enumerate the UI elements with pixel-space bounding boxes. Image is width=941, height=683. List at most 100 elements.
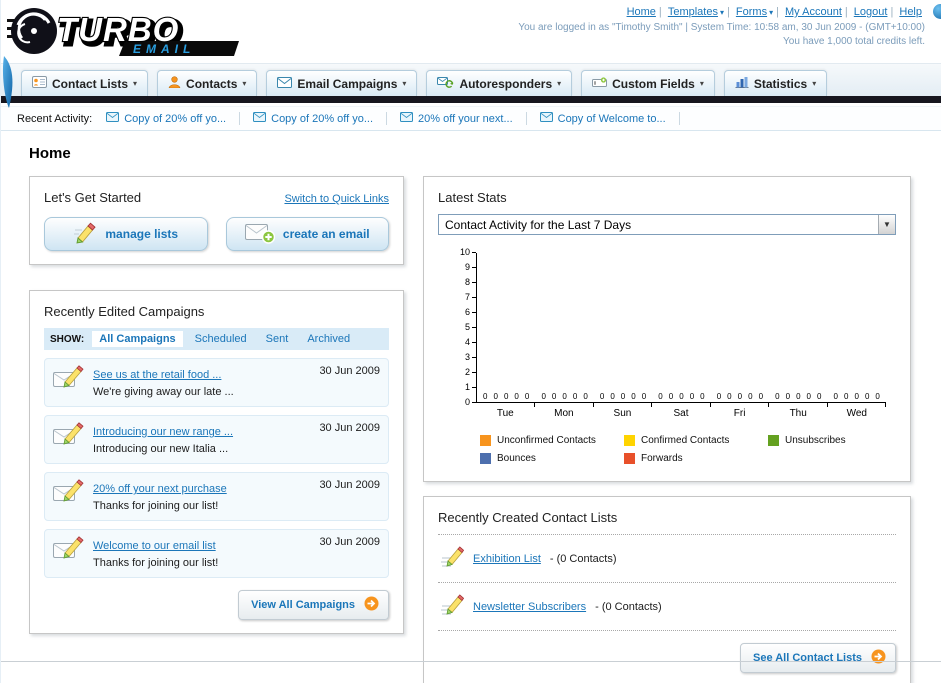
campaign-subtitle: Thanks for joining our list! — [93, 557, 219, 569]
tab-email-campaigns[interactable]: Email Campaigns ▾ — [266, 70, 418, 96]
y-tick-label: 0 — [465, 398, 476, 407]
bar-value-label: 0 — [524, 392, 530, 401]
bar-value-label: 0 — [716, 392, 722, 401]
create-email-button[interactable]: create an email — [225, 217, 389, 251]
divider — [438, 582, 896, 583]
page-bottom-rule — [1, 661, 941, 662]
y-tick-label: 4 — [465, 338, 476, 347]
panel-title: Latest Stats — [438, 190, 507, 205]
switch-quick-links-link[interactable]: Switch to Quick Links — [284, 193, 389, 205]
pencil-icon — [73, 222, 97, 247]
filter-all-campaigns[interactable]: All Campaigns — [92, 331, 183, 347]
main-nav-tabs: Contact Lists ▾ Contacts ▾ Email Campaig… — [1, 63, 941, 96]
stats-period-select[interactable]: Contact Activity for the Last 7 Days ▼ — [438, 214, 896, 235]
recent-activity-text: 20% off your next... — [418, 112, 513, 125]
chart-category-group: 00000 — [652, 253, 712, 407]
see-all-contact-lists-button[interactable]: See All Contact Lists — [739, 643, 896, 673]
campaign-row: 20% off your next purchase Thanks for jo… — [44, 472, 389, 521]
campaign-title-link[interactable]: Introducing our new range ... — [93, 426, 233, 438]
legend-swatch-icon — [624, 435, 635, 446]
tab-autoresponders[interactable]: Autoresponders ▾ — [426, 70, 573, 96]
recent-activity-item[interactable]: Copy of 20% off yo... — [106, 112, 241, 125]
panel-title: Let's Get Started — [44, 190, 142, 205]
recent-activity-item[interactable]: Copy of Welcome to... — [539, 112, 680, 125]
view-all-campaigns-button[interactable]: View All Campaigns — [238, 590, 389, 620]
contact-list-meta: - (0 Contacts) — [595, 600, 662, 613]
recent-activity-item[interactable]: 20% off your next... — [400, 112, 527, 125]
legend-label: Unsubscribes — [785, 435, 846, 446]
chart-category-group: 00000 — [477, 253, 536, 407]
panel-title: Recently Created Contact Lists — [438, 510, 618, 525]
tab-label: Statistics — [753, 76, 808, 91]
bar-value-label: 0 — [679, 392, 684, 401]
bar-value-label: 0 — [620, 392, 626, 401]
bar-value-label: 0 — [483, 392, 488, 401]
tab-custom-fields[interactable]: Custom Fields ▾ — [581, 70, 715, 96]
legend-swatch-icon — [480, 435, 491, 446]
y-tick-label: 7 — [465, 293, 476, 302]
campaign-date: 30 Jun 2009 — [319, 365, 380, 377]
y-tick-label: 2 — [465, 368, 476, 377]
top-link-home[interactable]: Home — [627, 6, 656, 18]
x-tick-label: Sat — [673, 408, 689, 419]
top-link-help[interactable]: Help — [899, 6, 922, 18]
campaign-title-link[interactable]: Welcome to our email list — [93, 540, 216, 552]
legend-item: Forwards — [624, 453, 768, 464]
y-tick-label: 1 — [465, 383, 476, 392]
tab-contact-lists[interactable]: Contact Lists ▾ — [21, 70, 149, 96]
top-link-templates[interactable]: Templates ▾ — [668, 6, 724, 18]
manage-lists-button[interactable]: manage lists — [44, 217, 208, 251]
envelope-plus-icon — [244, 222, 276, 247]
y-tick-label: 9 — [465, 263, 476, 272]
top-link-label: Templates — [667, 6, 718, 18]
bar-value-label: 0 — [541, 392, 546, 401]
bar-value-label: 0 — [758, 392, 764, 401]
recent-activity-bar: Recent Activity: Copy of 20% off yo... C… — [1, 106, 941, 131]
top-link-my-account[interactable]: My Account — [785, 6, 842, 18]
contact-list-link[interactable]: Newsletter Subscribers — [473, 601, 586, 613]
bar-value-label: 0 — [610, 392, 615, 401]
filter-sent[interactable]: Sent — [259, 331, 296, 347]
statistics-icon — [735, 76, 749, 91]
tab-statistics[interactable]: Statistics ▾ — [723, 70, 828, 96]
decor-dot — [933, 4, 941, 19]
header: TURBO EMAIL TURBO Home | Templates ▾ | Form… — [1, 0, 941, 63]
chart-y-axis: 10 9 8 7 6 5 4 3 2 1 0 — [452, 248, 476, 407]
latest-stats-panel: Latest Stats Contact Activity for the La… — [423, 176, 911, 482]
tab-contacts[interactable]: Contacts ▾ — [157, 70, 258, 96]
chart-plot: 00000000000000000000000000000000000 — [476, 253, 887, 407]
bar-value-label: 0 — [689, 392, 695, 401]
tab-label: Contacts — [186, 76, 238, 91]
top-link-logout[interactable]: Logout — [854, 6, 888, 18]
campaign-title-link[interactable]: 20% off your next purchase — [93, 483, 227, 495]
campaign-row: Welcome to our email list Thanks for joi… — [44, 529, 389, 578]
campaign-date: 30 Jun 2009 — [319, 422, 380, 434]
login-info: You are logged in as "Timothy Smith" | S… — [518, 22, 925, 33]
bar-value-label: 0 — [503, 392, 509, 401]
caret-down-icon: ▾ — [699, 79, 704, 88]
campaign-title-link[interactable]: See us at the retail food ... — [93, 369, 221, 381]
filter-scheduled[interactable]: Scheduled — [188, 331, 254, 347]
filter-archived[interactable]: Archived — [300, 331, 357, 347]
caret-down-icon: ▾ — [402, 79, 407, 88]
caret-down-icon: ▾ — [557, 79, 562, 88]
envelope-pencil-icon — [53, 365, 85, 396]
legend-swatch-icon — [624, 453, 635, 464]
bar-value-label: 0 — [700, 392, 705, 401]
chart-category-group: 00000 — [769, 253, 828, 407]
recent-campaigns-panel: Recently Edited Campaigns SHOW: All Camp… — [29, 290, 404, 634]
contact-list-link[interactable]: Exhibition List — [473, 553, 541, 565]
legend-swatch-icon — [768, 435, 779, 446]
pencil-list-icon — [440, 594, 465, 619]
recent-activity-item[interactable]: Copy of 20% off yo... — [253, 112, 388, 125]
bar-value-label: 0 — [817, 392, 822, 401]
chart-category-group: 00000 — [594, 253, 653, 407]
logo-swirl-icon — [11, 8, 57, 54]
bar-value-label: 0 — [833, 392, 838, 401]
decor-teardrop — [1, 56, 17, 115]
top-link-forms[interactable]: Forms ▾ — [736, 6, 773, 18]
bar-value-label: 0 — [668, 392, 674, 401]
divider — [438, 630, 896, 631]
separator: | — [658, 6, 662, 18]
bar-value-label: 0 — [641, 392, 647, 401]
